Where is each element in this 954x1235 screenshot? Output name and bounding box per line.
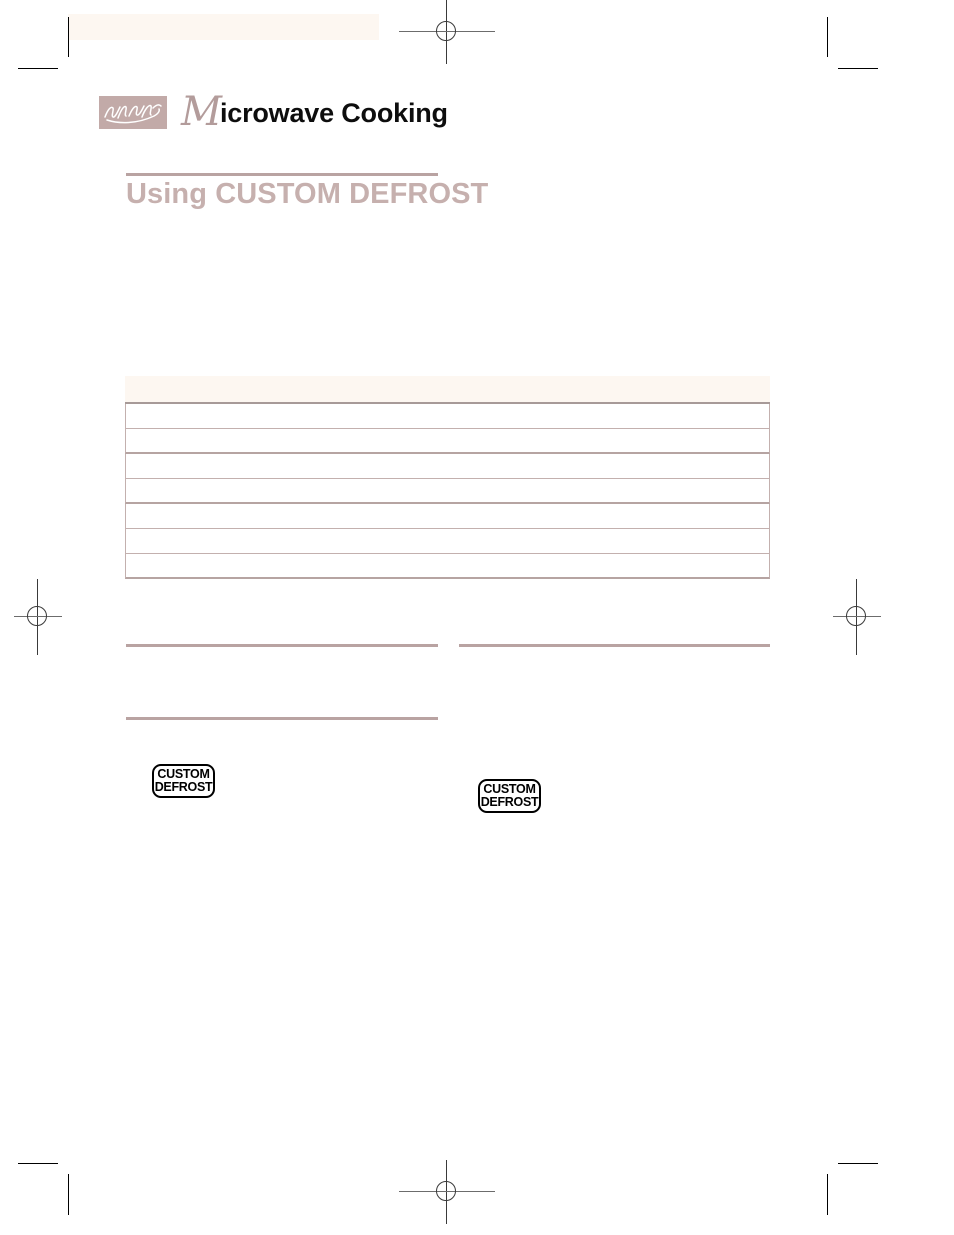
registration-ring xyxy=(436,21,456,41)
table-body xyxy=(125,402,770,579)
custom-defrost-button-line2: DEFROST xyxy=(480,795,539,809)
table-cell xyxy=(296,554,426,577)
custom-defrost-button-step2[interactable]: CUSTOM DEFROST xyxy=(478,779,541,813)
page-title-text: icrowave Cooking xyxy=(219,98,448,128)
left-column-rule-second xyxy=(126,717,438,720)
crop-mark-bottom-left-horizontal xyxy=(18,1163,58,1164)
table-row xyxy=(125,554,770,579)
crop-mark-top-right-horizontal xyxy=(838,68,878,69)
table-header-row xyxy=(125,376,770,402)
page-title: Microwave Cooking xyxy=(181,92,448,132)
table-row xyxy=(125,529,770,554)
table-cell xyxy=(296,429,426,452)
custom-defrost-button-line2: DEFROST xyxy=(154,780,213,794)
table-cell xyxy=(296,504,426,528)
table-cell xyxy=(126,454,296,478)
section-title: Using CUSTOM DEFROST xyxy=(126,178,489,210)
table-cell xyxy=(126,429,296,452)
table-cell xyxy=(126,504,296,528)
crop-mark-bottom-left-vertical xyxy=(68,1174,69,1215)
crop-mark-top-right-vertical xyxy=(827,17,828,57)
bleed-band xyxy=(68,14,379,40)
table-cell xyxy=(296,529,426,553)
custom-defrost-button-step1[interactable]: CUSTOM DEFROST xyxy=(152,764,215,798)
registration-mark-right xyxy=(825,579,889,655)
table-cell xyxy=(126,529,296,553)
table-header-cell xyxy=(125,376,770,382)
table-row xyxy=(125,429,770,454)
page-header: Microwave Cooking xyxy=(99,92,448,132)
table-cell xyxy=(426,429,769,452)
table-cell xyxy=(126,554,296,577)
table-row xyxy=(125,454,770,479)
crop-mark-top-left-vertical xyxy=(68,17,69,57)
table-cell xyxy=(296,454,426,478)
registration-mark-bottom xyxy=(399,1160,495,1224)
registration-mark-left xyxy=(6,579,70,655)
table-cell xyxy=(296,479,426,502)
section-title-rule xyxy=(126,173,438,176)
brand-logo xyxy=(99,95,167,129)
table-cell xyxy=(296,404,426,428)
table-row xyxy=(125,404,770,429)
registration-ring xyxy=(436,1181,456,1201)
crop-mark-bottom-right-vertical xyxy=(827,1174,828,1215)
table-cell xyxy=(426,554,769,577)
crop-mark-top-left-horizontal xyxy=(18,68,58,69)
table-cell xyxy=(426,529,769,553)
left-column-rule xyxy=(126,644,438,647)
table-cell xyxy=(426,404,769,428)
crop-mark-bottom-right-horizontal xyxy=(838,1163,878,1164)
table-cell xyxy=(426,504,769,528)
registration-ring xyxy=(27,606,47,626)
registration-mark-top xyxy=(399,0,495,64)
table-cell xyxy=(426,479,769,502)
page-title-drop-cap: M xyxy=(181,89,222,135)
table-row xyxy=(125,479,770,504)
table-cell xyxy=(426,454,769,478)
defrost-chart-table xyxy=(125,376,770,579)
right-column-rule xyxy=(459,644,770,647)
table-row xyxy=(125,504,770,529)
table-cell xyxy=(126,404,296,428)
table-cell xyxy=(126,479,296,502)
registration-ring xyxy=(846,606,866,626)
